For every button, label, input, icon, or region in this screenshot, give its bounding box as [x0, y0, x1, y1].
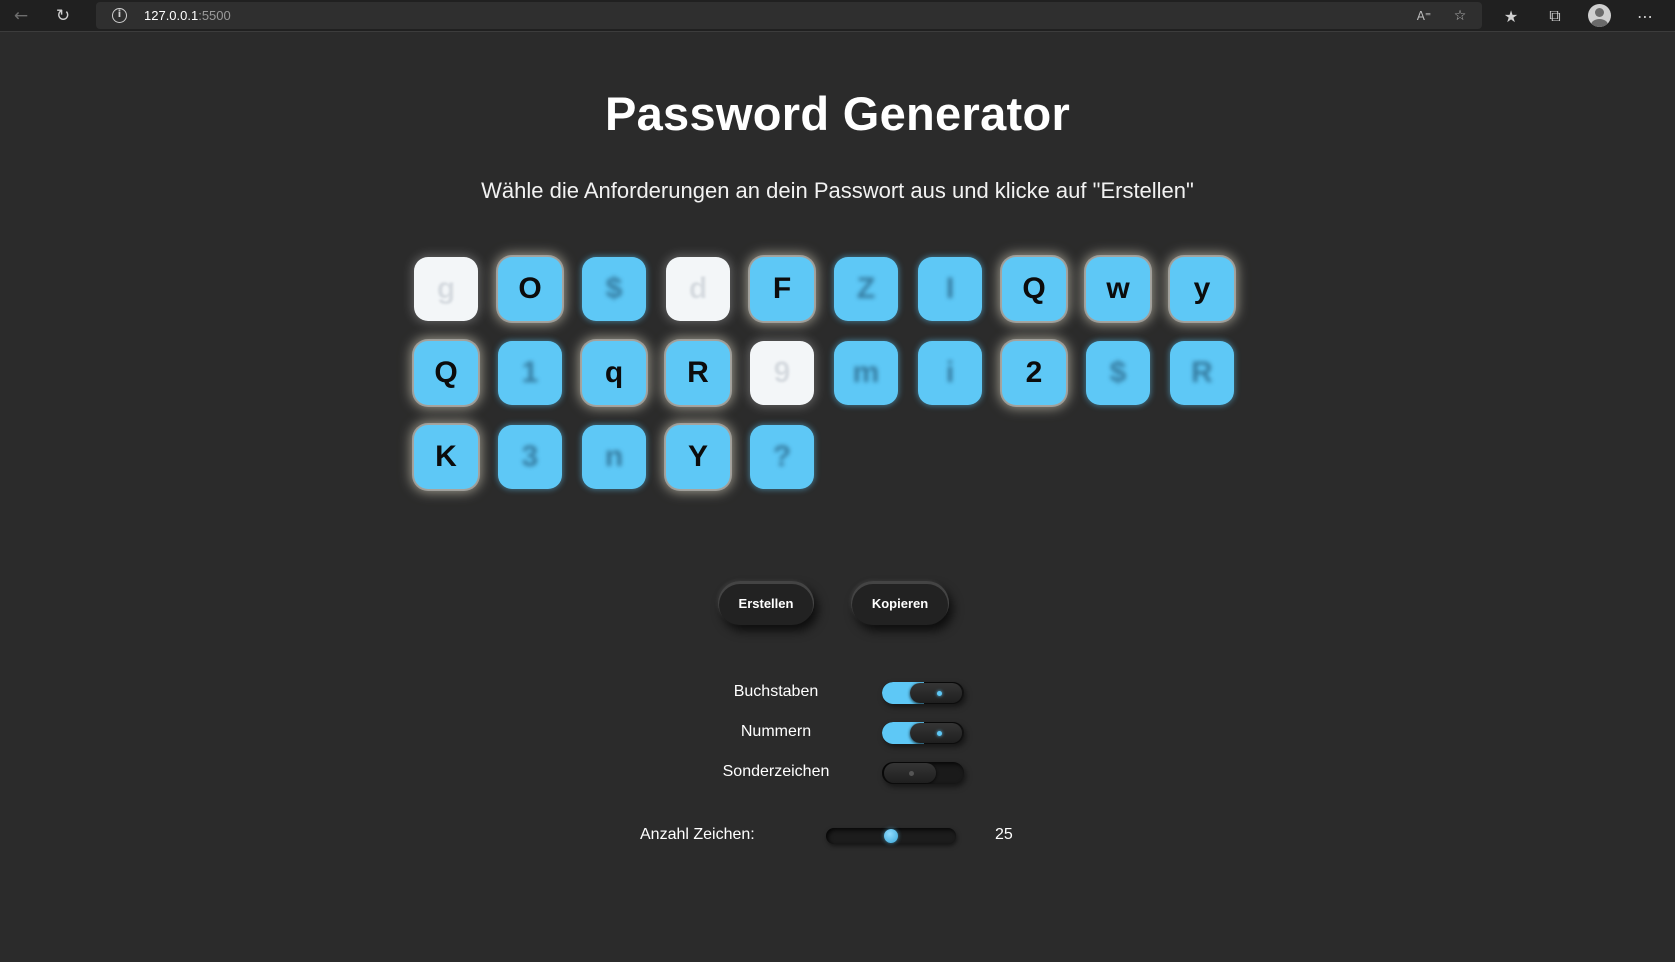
password-char-tile: n: [582, 425, 646, 489]
password-char-tile: g: [414, 257, 478, 321]
toggle-indicator-icon: [937, 691, 942, 696]
url-host: 127.0.0.1: [144, 8, 199, 23]
password-char: n: [604, 440, 624, 473]
password-char: Z: [856, 272, 876, 305]
url-port: :5500: [198, 8, 231, 23]
password-char: O: [518, 272, 542, 305]
password-char-tile: Q: [1002, 257, 1066, 321]
toggle-knob: [884, 763, 936, 783]
read-aloud-icon[interactable]: A⁼: [1412, 4, 1436, 28]
browser-toolbar: ← ↻ i 127.0.0.1:5500 A⁼ ☆ ★ ⧉ ⋯: [0, 0, 1675, 32]
password-char-tile: $: [1086, 341, 1150, 405]
password-char: 2: [1025, 356, 1043, 389]
page-title: Password Generator: [604, 87, 1071, 140]
password-char: q: [604, 356, 624, 389]
password-char: w: [1106, 272, 1130, 305]
password-char-tile: q: [582, 341, 646, 405]
password-char: Y: [687, 440, 708, 473]
site-info-icon[interactable]: i: [112, 8, 127, 23]
create-button[interactable]: Erstellen: [718, 581, 814, 625]
password-char-tile: 1: [498, 341, 562, 405]
more-options-icon[interactable]: ⋯: [1632, 3, 1658, 29]
password-char-tile: O: [498, 257, 562, 321]
option-label-letters: Buchstaben: [733, 683, 819, 700]
password-char-tile: i: [918, 341, 982, 405]
password-char-tile: 3: [498, 425, 562, 489]
password-char: ?: [772, 440, 792, 473]
password-char: F: [772, 272, 792, 305]
favorites-icon[interactable]: ★: [1498, 3, 1524, 29]
password-character-grid: g O $ d F Z I Qw y Q 1 q R 9 m i 2 $ R K 3 n Y?: [414, 257, 1264, 489]
toggle-special-chars[interactable]: [882, 762, 964, 784]
password-char: $: [1109, 356, 1127, 389]
length-slider-thumb[interactable]: [884, 829, 898, 843]
toggle-letters[interactable]: [882, 682, 964, 704]
option-label-numbers: Nummern: [740, 723, 812, 740]
password-char-tile: Q: [414, 341, 478, 405]
toggle-knob: [910, 683, 962, 703]
page-subtitle: Wähle die Anforderungen an dein Passwort…: [481, 178, 1194, 203]
password-char-tile: Z: [834, 257, 898, 321]
add-favorite-icon[interactable]: ☆: [1448, 4, 1472, 28]
password-char-tile: d: [666, 257, 730, 321]
password-char-tile: 2: [1002, 341, 1066, 405]
toggle-numbers[interactable]: [882, 722, 964, 744]
password-char: 3: [521, 440, 539, 473]
password-char-tile: Y: [666, 425, 730, 489]
password-char: I: [945, 272, 955, 305]
copy-button[interactable]: Kopieren: [851, 581, 949, 625]
address-bar[interactable]: i 127.0.0.1:5500 A⁼ ☆: [96, 2, 1482, 29]
password-char-tile: y: [1170, 257, 1234, 321]
password-char: R: [1191, 356, 1213, 389]
password-char: $: [605, 272, 623, 305]
toggle-knob: [910, 723, 962, 743]
password-char-tile: R: [1170, 341, 1234, 405]
password-char-tile: m: [834, 341, 898, 405]
back-arrow-icon[interactable]: ←: [8, 3, 34, 29]
password-char: 1: [521, 356, 539, 389]
password-char: i: [945, 356, 955, 389]
length-value: 25: [995, 826, 1013, 843]
page-content: Password Generator Wähle die Anforderung…: [0, 33, 1675, 962]
option-label-special-chars: Sonderzeichen: [722, 763, 830, 780]
password-char-tile: F: [750, 257, 814, 321]
password-char: K: [435, 440, 457, 473]
password-char-tile: w: [1086, 257, 1150, 321]
url-text[interactable]: 127.0.0.1:5500: [144, 8, 231, 23]
password-char: m: [852, 356, 880, 389]
toggle-indicator-icon: [909, 771, 914, 776]
password-char: d: [688, 272, 708, 305]
password-char: g: [436, 272, 456, 305]
password-char-tile: R: [666, 341, 730, 405]
length-label: Anzahl Zeichen:: [640, 826, 755, 843]
toggle-indicator-icon: [937, 731, 942, 736]
password-char: Q: [434, 356, 458, 389]
profile-avatar-icon[interactable]: [1588, 4, 1611, 27]
password-char-tile: $: [582, 257, 646, 321]
password-char-tile: 9: [750, 341, 814, 405]
password-char-tile: I: [918, 257, 982, 321]
password-char: Q: [1022, 272, 1046, 305]
password-char-tile: K: [414, 425, 478, 489]
length-slider[interactable]: [826, 828, 956, 844]
password-char: y: [1193, 272, 1211, 305]
collections-icon[interactable]: ⧉: [1542, 3, 1568, 29]
password-char-tile: ?: [750, 425, 814, 489]
password-char: 9: [773, 356, 791, 389]
password-char: R: [687, 356, 709, 389]
reload-icon[interactable]: ↻: [50, 3, 76, 29]
